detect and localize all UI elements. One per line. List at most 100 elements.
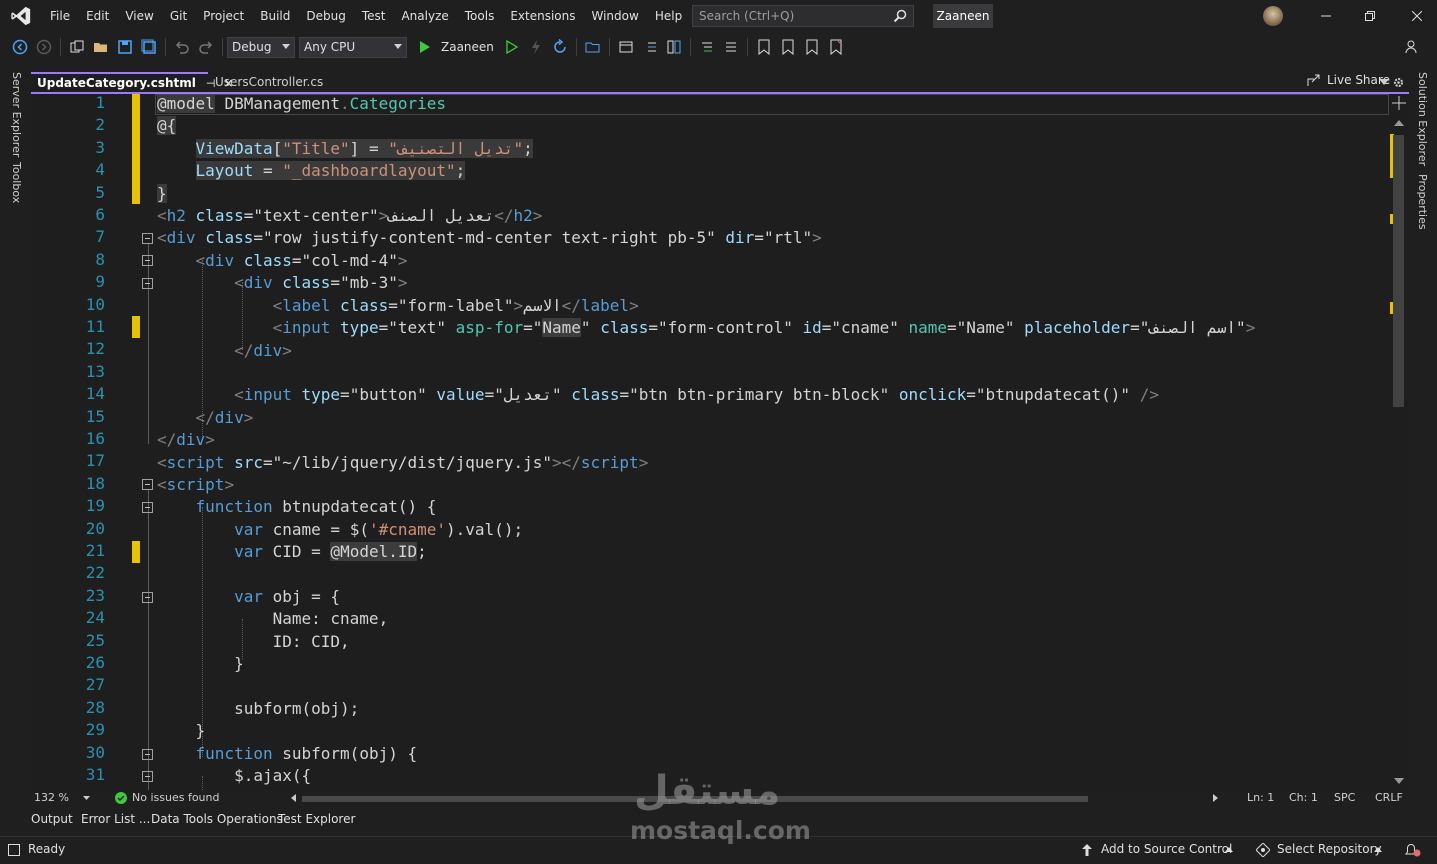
menu-edit[interactable]: Edit [78,0,117,32]
minimize-icon[interactable] [1316,6,1336,26]
menu-window[interactable]: Window [584,0,647,32]
collapse-icon[interactable] [142,502,153,513]
navigate-back-icon[interactable] [9,36,31,58]
save-all-icon[interactable] [138,36,160,58]
document-tab-bar: UpdateCategory.cshtml ⊣ × UsersControlle… [31,72,1409,92]
indent-icon[interactable] [639,36,661,58]
menu-project[interactable]: Project [195,0,252,32]
navigate-forward-icon[interactable] [33,36,55,58]
zoom-dropdown-icon[interactable] [83,796,90,800]
previous-bookmark-icon[interactable] [777,36,799,58]
line-number: 25 [85,630,105,650]
add-to-source-control-button[interactable]: Add to Source Control [1101,842,1232,856]
collapse-icon[interactable] [142,771,153,782]
hot-reload-icon[interactable] [525,36,547,58]
layout-icon[interactable] [615,36,637,58]
menu-test[interactable]: Test [354,0,394,32]
solution-platform-combo[interactable]: Any CPU [299,36,407,58]
clear-bookmarks-icon[interactable] [825,36,847,58]
line-indicator[interactable]: Ln: 1 [1247,791,1274,804]
scroll-right-icon[interactable] [1213,794,1218,802]
collapse-icon[interactable] [142,255,153,266]
menu-build[interactable]: Build [252,0,298,32]
menu-tools[interactable]: Tools [457,0,503,32]
search-placeholder: Search (Ctrl+Q) [699,9,795,23]
code-line-6: <h2 class="text-center">تعديل الصنف</h2> [157,206,543,225]
notifications-bell-icon[interactable] [1403,842,1421,858]
chevron-up-icon[interactable] [1225,847,1233,852]
uncomment-lines-icon[interactable] [720,36,742,58]
collapse-icon[interactable] [142,592,153,603]
feedback-icon[interactable] [1404,38,1420,54]
bookmark-icon[interactable] [753,36,775,58]
scroll-up-icon[interactable] [1394,120,1404,126]
menu-analyze[interactable]: Analyze [393,0,456,32]
tab-list-dropdown-icon[interactable] [1379,79,1389,85]
line-number: 6 [95,205,105,224]
restore-icon[interactable] [1360,6,1380,26]
column-indicator[interactable]: Ch: 1 [1289,791,1318,804]
tab-error-list[interactable]: Error List ... [81,812,150,826]
line-number: 4 [95,160,105,180]
fold-line [148,244,149,444]
tab-data-tools-operations[interactable]: Data Tools Operations [151,812,283,826]
search-box[interactable]: Search (Ctrl+Q) [692,5,914,27]
split-editor-icon[interactable] [1392,96,1406,110]
collapse-icon[interactable] [142,479,153,490]
chevron-up-icon[interactable] [1374,847,1382,852]
settings-gear-icon[interactable] [1392,76,1405,89]
line-number: 2 [95,115,105,135]
start-without-debugging-icon[interactable] [501,36,523,58]
line-number: 17 [85,451,105,471]
open-folder-icon[interactable] [90,36,112,58]
collapse-icon[interactable] [142,278,153,289]
menu-help[interactable]: Help [647,0,690,32]
menu-debug[interactable]: Debug [298,0,353,32]
code-editor[interactable]: 1 2 3 4 5 6 7 8 9 10 11 12 13 14 15 16 17 18 19 20 21 22 23 24 2… [31,94,1409,790]
menu-git[interactable]: Git [162,0,195,32]
vertical-scroll-thumb[interactable] [1393,135,1404,407]
issues-status[interactable]: No issues found [132,791,219,804]
next-bookmark-icon[interactable] [801,36,823,58]
tab-label: UsersController.cs [215,75,324,89]
menu-view[interactable]: View [117,0,161,32]
menu-bar: File Edit View Git Project Build Debug T… [0,0,1437,32]
menu-extensions[interactable]: Extensions [502,0,583,32]
zoom-level[interactable]: 132 % [34,791,69,804]
undo-icon[interactable] [171,36,193,58]
new-project-icon[interactable] [66,36,88,58]
properties-tab[interactable]: Properties [1416,174,1429,230]
start-debugging-icon[interactable] [414,36,436,58]
tab-test-explorer[interactable]: Test Explorer [278,812,355,826]
collapse-icon[interactable] [142,233,153,244]
run-target-label[interactable]: Zaaneen [441,40,494,54]
select-repository-button[interactable]: Select Repository [1277,842,1382,856]
save-icon[interactable] [114,36,136,58]
menu-file[interactable]: File [42,0,78,32]
code-line-16: </div> [157,430,215,449]
scroll-left-icon[interactable] [291,794,296,802]
restart-icon[interactable] [549,36,571,58]
line-ending-indicator[interactable]: CRLF [1375,791,1403,804]
scroll-down-icon[interactable] [1394,778,1404,784]
whitespace-indicator[interactable]: SPC [1334,791,1355,804]
comment-lines-icon[interactable] [696,36,718,58]
server-explorer-tab[interactable]: Server Explorer [10,72,23,157]
solution-explorer-tab[interactable]: Solution Explorer [1416,72,1429,166]
format-icon[interactable] [663,36,685,58]
tab-update-category[interactable]: UpdateCategory.cshtml ⊣ × [31,72,234,92]
code-line-21: var CID = @Model.ID; [234,542,427,561]
solution-configuration-combo[interactable]: Debug [227,36,295,58]
code-line-18: <script> [157,475,235,494]
toolbox-tab[interactable]: Toolbox [10,162,23,203]
line-number: 14 [85,384,105,404]
close-window-icon[interactable] [1407,6,1427,26]
no-issues-check-icon [115,792,127,804]
redo-icon[interactable] [195,36,217,58]
browse-folder-icon[interactable] [582,36,604,58]
user-avatar[interactable] [1263,6,1283,26]
collapse-icon[interactable] [142,749,153,760]
tab-users-controller[interactable]: UsersController.cs [209,72,339,92]
tab-output[interactable]: Output [31,812,73,826]
